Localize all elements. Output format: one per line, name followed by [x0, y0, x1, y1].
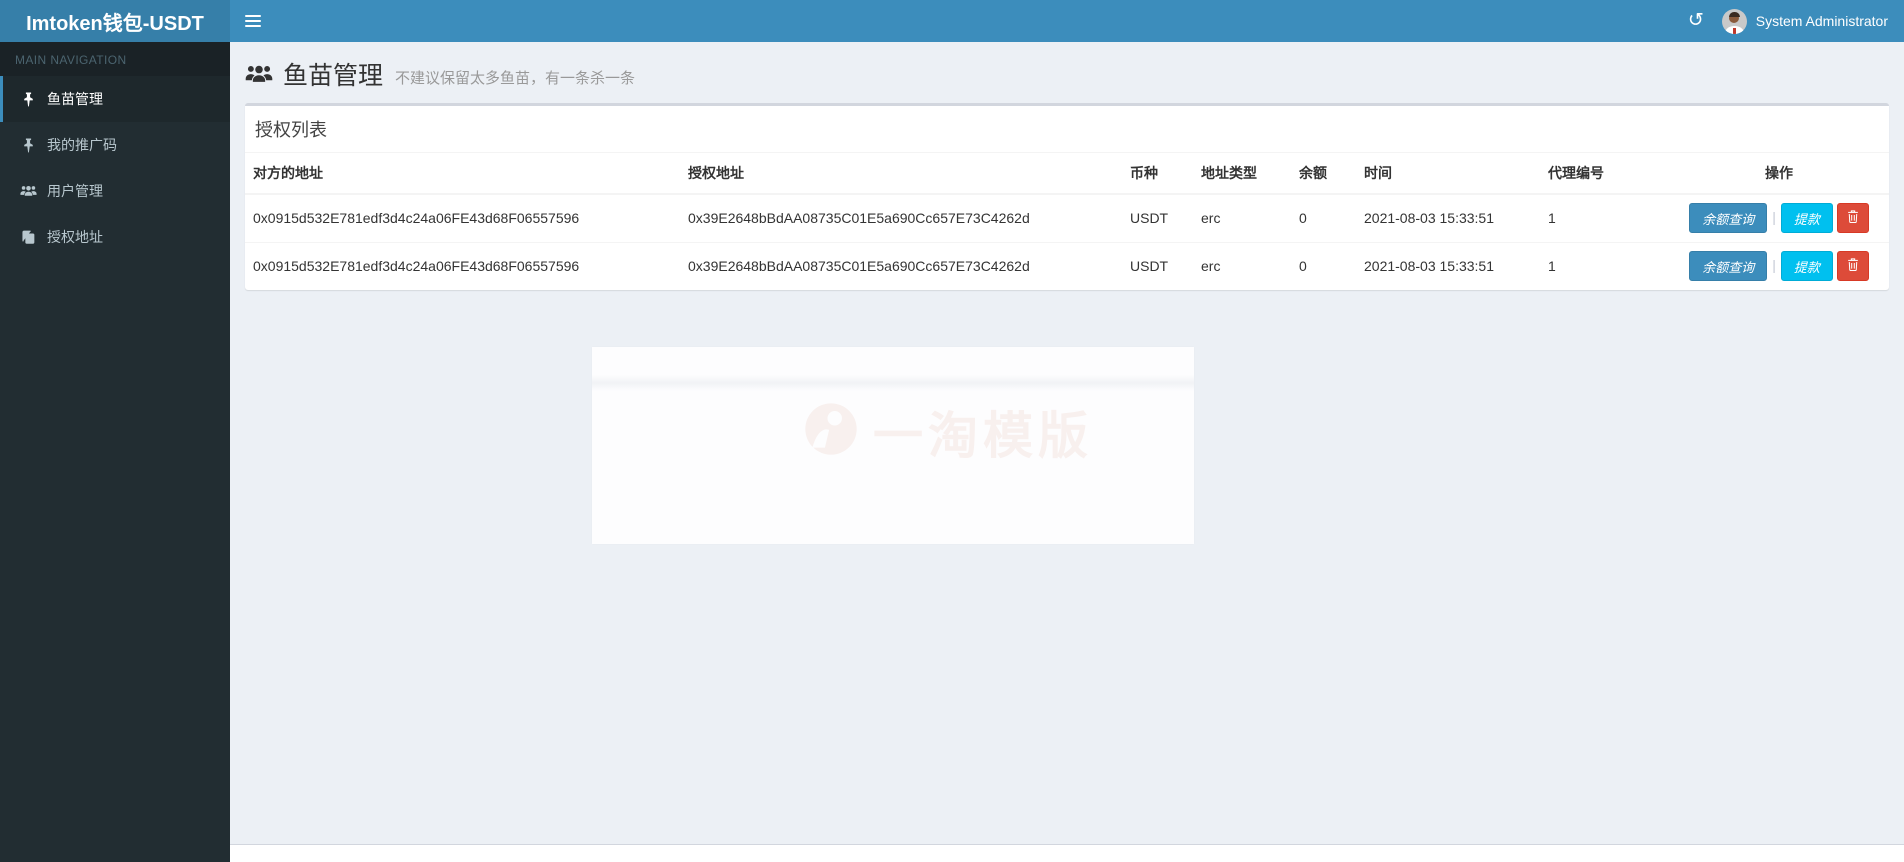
sidebar-section-label: MAIN NAVIGATION: [0, 42, 230, 76]
users-icon: [18, 185, 38, 197]
panel-title: 授权列表: [255, 120, 327, 140]
col-auth-address: 授权地址: [680, 153, 1122, 195]
page-title: 鱼苗管理: [283, 62, 384, 90]
watermark-text: 一淘模版: [873, 407, 1093, 464]
balance-query-button[interactable]: 余额查询: [1689, 203, 1768, 234]
cell-peer-address: 0x0915d532E781edf3d4c24a06FE43d68F065575…: [245, 241, 680, 290]
cell-address-type: erc: [1193, 241, 1291, 290]
user-menu[interactable]: System Administrator: [1721, 0, 1888, 42]
button-separator: |: [1772, 208, 1776, 225]
thumbtack-icon: [18, 138, 38, 153]
withdraw-button[interactable]: 提款: [1780, 203, 1833, 234]
top-navbar: ↺ System Administrator: [230, 0, 1904, 42]
cell-address-type: erc: [1201, 210, 1221, 227]
content-header: 鱼苗管理 不建议保留太多鱼苗，有一条杀一条: [230, 42, 1904, 103]
auth-table: 对方的地址 授权地址 币种 地址类型 余额 时间 代理编号 操作 0x0915d…: [245, 153, 1889, 290]
watermark-panel: 一淘模版: [592, 347, 1194, 544]
button-separator: |: [1772, 256, 1776, 273]
sidebar-item-fry-management[interactable]: 鱼苗管理: [0, 76, 230, 122]
sidebar-item-label: 授权地址: [47, 229, 103, 245]
cell-time: 2021-08-03 15:33:51: [1356, 241, 1540, 290]
trash-icon: [1847, 258, 1859, 274]
sidebar-item-auth-address[interactable]: 授权地址: [0, 214, 230, 260]
cell-auth-address: 0x39E2648bBdAA08735C01E5a690Cc657E73C426…: [688, 210, 1030, 227]
sidebar-item-label: 用户管理: [47, 183, 103, 199]
thumbtack-icon: [18, 92, 38, 107]
sidebar-item-label: 我的推广码: [47, 137, 117, 153]
cell-balance: 0: [1291, 241, 1356, 290]
withdraw-button[interactable]: 提款: [1780, 251, 1833, 282]
sidebar: MAIN NAVIGATION 鱼苗管理 我的推广码 用户管理 授权地址: [0, 42, 230, 862]
history-icon[interactable]: ↺: [1688, 10, 1704, 30]
copy-icon: [18, 230, 38, 244]
content-area: 鱼苗管理 不建议保留太多鱼苗，有一条杀一条 授权列表 对方的地址 授权地址 币种…: [230, 42, 1904, 844]
page-subtitle: 不建议保留太多鱼苗，有一条杀一条: [395, 69, 636, 87]
col-coin: 币种: [1122, 153, 1193, 195]
panel-header: 授权列表: [245, 106, 1889, 153]
sidebar-item-my-promo-code[interactable]: 我的推广码: [0, 122, 230, 168]
cell-coin: USDT: [1122, 241, 1193, 290]
col-address-type: 地址类型: [1193, 153, 1291, 195]
brand-logo[interactable]: Imtoken钱包-USDT: [0, 0, 230, 42]
trash-icon: [1847, 210, 1859, 226]
table-row: 0x0915d532E781edf3d4c24a06FE43d68F065575…: [245, 241, 1889, 290]
sidebar-item-label: 鱼苗管理: [47, 91, 103, 107]
user-name: System Administrator: [1755, 13, 1888, 29]
cell-coin: USDT: [1130, 210, 1169, 227]
cell-agent-no: 1: [1548, 210, 1556, 227]
cell-balance: 0: [1299, 210, 1307, 227]
cell-agent-no: 1: [1540, 241, 1669, 290]
cell-peer-address: 0x0915d532E781edf3d4c24a06FE43d68F065575…: [253, 210, 580, 227]
delete-button[interactable]: [1836, 251, 1869, 282]
avatar: [1721, 8, 1747, 34]
cell-auth-address: 0x39E2648bBdAA08735C01E5a690Cc657E73C426…: [680, 241, 1122, 290]
navbar-right: ↺ System Administrator: [1688, 0, 1904, 42]
users-icon: [245, 64, 273, 84]
sidebar-item-user-management[interactable]: 用户管理: [0, 168, 230, 214]
table-row: 0x0915d532E781edf3d4c24a06FE43d68F065575…: [245, 194, 1889, 242]
main-footer: [230, 844, 1904, 862]
cell-operations: 余额查询 | 提款: [1669, 241, 1889, 290]
balance-query-button[interactable]: 余额查询: [1689, 251, 1768, 282]
sidebar-toggle-button[interactable]: [230, 0, 276, 42]
col-peer-address: 对方的地址: [245, 153, 680, 195]
delete-button[interactable]: [1836, 203, 1869, 234]
main-header: Imtoken钱包-USDT ↺ System Administrator: [0, 0, 1904, 42]
col-time: 时间: [1356, 153, 1540, 195]
cell-time: 2021-08-03 15:33:51: [1364, 210, 1494, 227]
sidebar-menu: 鱼苗管理 我的推广码 用户管理 授权地址: [0, 76, 230, 260]
watermark-logo-icon: [803, 401, 859, 462]
hamburger-icon: [245, 15, 261, 17]
col-balance: 余额: [1291, 153, 1356, 195]
col-operations: 操作: [1669, 153, 1889, 195]
table-header-row: 对方的地址 授权地址 币种 地址类型 余额 时间 代理编号 操作: [245, 153, 1889, 195]
cell-operations: 余额查询 | 提款: [1669, 194, 1889, 242]
auth-list-panel: 授权列表 对方的地址 授权地址 币种 地址类型 余额 时间 代理编号 操作 0x…: [245, 103, 1889, 290]
col-agent-no: 代理编号: [1540, 153, 1669, 195]
